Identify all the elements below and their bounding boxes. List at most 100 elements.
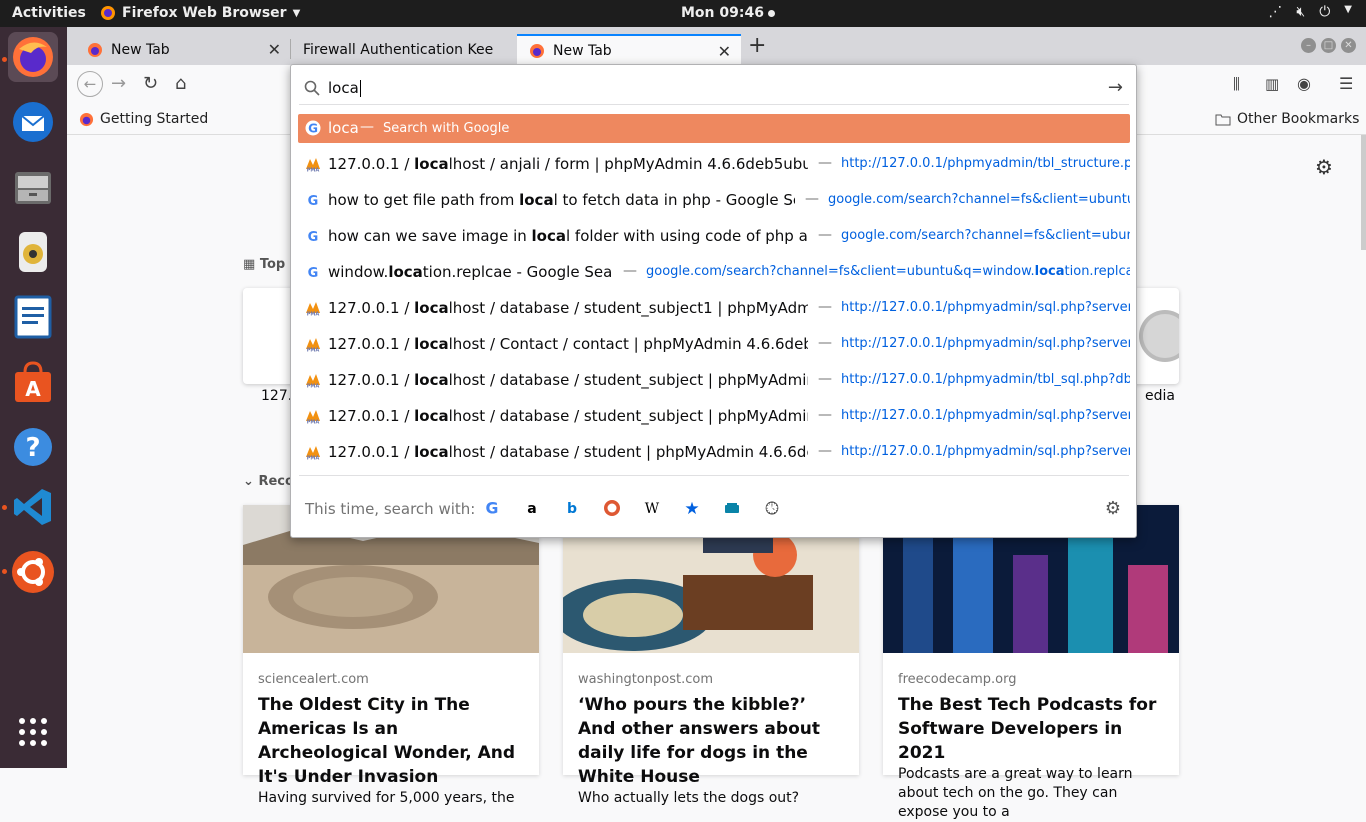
tab-firewall-authentication[interactable]: Firewall Authentication Kee [291,34,517,65]
result-row[interactable]: PMA 127.0.0.1 / localhost / database / st… [298,438,1130,467]
dock-files[interactable] [8,162,58,212]
story-excerpt: Who actually lets the dogs out? [578,790,800,806]
dock-firefox[interactable] [8,32,58,82]
google-icon: G [308,230,319,244]
close-icon[interactable]: ✕ [718,42,731,61]
result-row[interactable]: Ghow can we save image in local folder w… [298,222,1130,251]
back-button[interactable]: ← [77,71,103,97]
result-row[interactable]: PMA 127.0.0.1 / localhost / database / st… [298,294,1130,323]
bing-icon[interactable]: b [562,499,582,519]
result-title-part: 127.0.0.1 / [328,335,415,353]
app-menu[interactable]: Firefox Web Browser ▼ [100,5,300,21]
pma-icon: PMA [306,410,320,424]
url-input-text[interactable]: loca [328,79,361,97]
tab-label: New Tab [111,41,170,58]
network-icon[interactable]: ⋰ [1268,4,1282,20]
scrollbar[interactable] [1361,135,1366,250]
amazon-icon[interactable]: a [522,499,542,519]
dock-thunderbird[interactable] [8,97,58,147]
volume-icon[interactable]: 🔇︎ [1296,4,1305,20]
result-row[interactable]: PMA 127.0.0.1 / localhost / database / st… [298,402,1130,431]
story-card[interactable]: sciencealert.com The Oldest City in The … [243,505,539,806]
reload-button[interactable]: ↻ [143,73,158,94]
result-url-part: tion.replcae [1064,264,1130,279]
library-icon[interactable]: ⫼ [1233,75,1240,93]
result-title: 127.0.0.1 / localhost / database / stude… [328,371,808,389]
bookmark-getting-started[interactable]: Getting Started [79,111,208,127]
result-title-match: loca [414,299,449,317]
result-row[interactable]: PMA 127.0.0.1 / localhost / database / st… [298,366,1130,395]
tab-new-tab-2[interactable]: New Tab ✕ [517,34,741,65]
close-window-button[interactable]: ✕ [1341,38,1356,53]
sidebar-icon[interactable]: ▥ [1265,75,1279,93]
other-bookmarks[interactable]: Other Bookmarks [1215,111,1359,127]
result-title: window.location.replcae - Google Search [328,263,613,281]
wikipedia-icon[interactable]: W [642,499,662,519]
app-menu-label: Firefox Web Browser [122,5,287,21]
result-title-part: how can we save image in [328,227,532,245]
svg-text:G: G [308,266,319,280]
result-action: Search with Google [383,121,510,136]
result-row[interactable]: Ghow to get file path from local to fetc… [298,186,1130,215]
maximize-button[interactable]: □ [1321,38,1336,53]
minimize-button[interactable]: – [1301,38,1316,53]
power-icon[interactable]: ⏻ [1319,4,1330,20]
go-arrow-icon[interactable]: → [1108,77,1123,98]
result-title: 127.0.0.1 / localhost / database / stude… [328,407,808,425]
dock-ubuntu[interactable] [8,547,58,597]
result-separator: — [818,227,832,243]
top-sites-label: Top [259,257,286,272]
top-sites-heading: ▦ Top [243,257,285,272]
result-title-part: lhost / database / student | phpMyAdmin … [448,443,808,461]
bookmarks-star-icon[interactable]: ★ [682,499,702,519]
running-indicator [2,569,7,574]
gear-icon[interactable]: ⚙ [1103,499,1123,519]
menu-icon[interactable]: ☰ [1339,74,1353,93]
show-applications-button[interactable] [8,707,58,757]
duckduckgo-icon[interactable] [602,499,622,519]
story-card[interactable]: washingtonpost.com ‘Who pours the kibble… [553,505,859,806]
forward-button[interactable]: → [111,73,126,94]
dock-help[interactable]: ? [8,422,58,472]
activities-button[interactable]: Activities [12,5,86,21]
result-title-part: 127.0.0.1 / [328,443,415,461]
result-separator: — [818,299,832,315]
google-icon: G [305,120,321,136]
svg-text:?: ? [25,433,40,463]
dock-rhythmbox[interactable] [8,227,58,277]
system-tray[interactable]: ⋰ 🔇︎ ⏻ ▼ [1268,4,1352,20]
chevron-down-icon[interactable]: ▼ [1344,4,1352,20]
close-icon[interactable]: ✕ [268,40,281,59]
google-icon[interactable]: G [482,499,502,519]
result-row[interactable]: PMA 127.0.0.1 / localhost / Contact / con… [298,330,1130,359]
story-card[interactable]: freecodecamp.org The Best Tech Podcasts … [883,505,1179,820]
dock-software[interactable]: A [8,357,58,407]
dock-vscode[interactable] [8,482,58,532]
dock-writer[interactable] [8,292,58,342]
shopping-bag-icon: A [15,361,51,402]
new-tab-button[interactable]: + [748,33,766,58]
result-url-part: google.com/search?channel=fs&client=ubun… [646,264,1035,279]
result-title-part: lhost / database / student_subject | php… [448,407,808,425]
result-separator: — [623,263,637,279]
result-separator: — [818,335,832,351]
result-row[interactable]: Gwindow.location.replcae - Google Search… [298,258,1130,287]
gnome-top-bar: Activities Firefox Web Browser ▼ Mon 09:… [0,0,1366,27]
result-row-search[interactable]: G loca — Search with Google [298,114,1130,143]
one-off-divider [299,475,1129,476]
gear-icon[interactable]: ⚙ [1315,155,1333,179]
tab-new-tab-1[interactable]: New Tab ✕ [75,34,291,65]
svg-text:A: A [25,377,41,401]
clock[interactable]: Mon 09:46 [681,5,775,21]
url-input[interactable]: loca → [299,71,1129,105]
home-button[interactable]: ⌂ [175,73,186,94]
story-source: washingtonpost.com [578,672,713,687]
recommended-heading[interactable]: ⌄ Reco [243,474,294,489]
account-icon[interactable]: ◉ [1297,74,1311,93]
tabs-icon[interactable] [722,499,742,519]
tab-bar: New Tab ✕ Firewall Authentication Kee Ne… [67,27,1366,65]
history-clock-icon[interactable]: 🕓︎ [762,499,782,519]
result-row[interactable]: PMA 127.0.0.1 / localhost / anjali / form… [298,150,1130,179]
bookmark-label: Getting Started [100,111,209,127]
result-title-match: loca [414,155,449,173]
